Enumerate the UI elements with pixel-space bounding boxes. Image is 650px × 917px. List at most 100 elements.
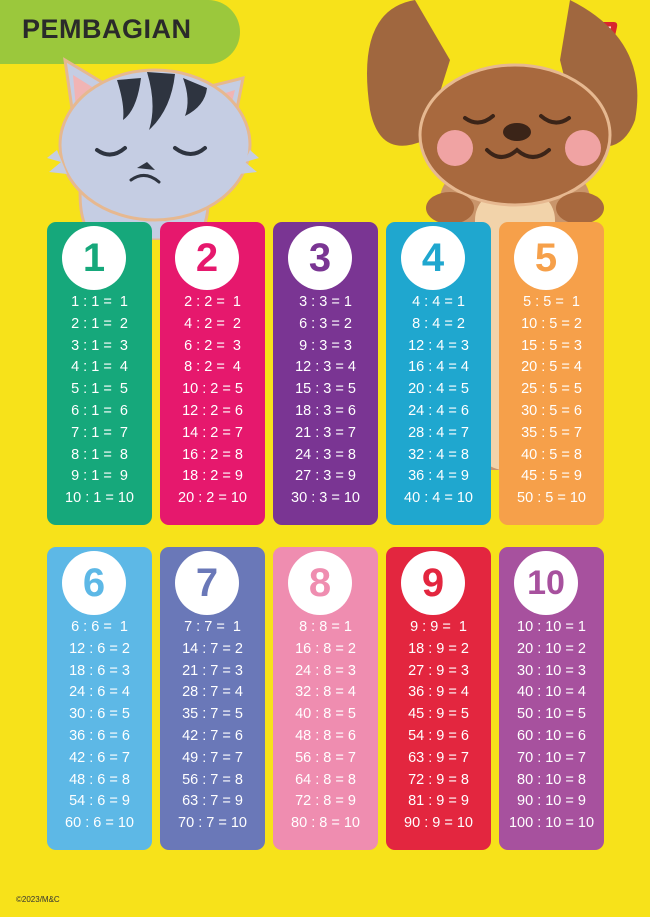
equation-row: 70 : 7 = 10 <box>178 815 247 832</box>
equation-row: 54 : 9 = 6 <box>408 727 469 744</box>
divisor-number: 9 <box>421 561 445 605</box>
equation-row: 6 : 2 = 3 <box>184 337 241 354</box>
division-card-3: 3 3 : 3 = 1 6 : 3 = 2 9 : 3 = 3 12 : 3 = 4 15… <box>273 222 378 525</box>
equation-row: 8 : 8 = 1 <box>299 619 352 635</box>
divisor-number: 2 <box>195 236 219 280</box>
equation-row: 36 : 9 = 4 <box>408 684 469 701</box>
equation-row: 1 : 1 = 1 <box>71 294 128 310</box>
equation-row: 16 : 8 = 2 <box>295 640 356 657</box>
equation-row: 14 : 7 = 2 <box>182 640 243 657</box>
equation-row: 21 : 7 = 3 <box>182 662 243 679</box>
equation-row: 48 : 8 = 6 <box>295 727 356 744</box>
divisor-number: 3 <box>308 236 332 280</box>
divisor-number: 6 <box>82 561 106 605</box>
equation-row: 60 : 6 = 10 <box>65 815 134 832</box>
equation-row: 4 : 4 = 1 <box>412 294 465 310</box>
equation-row: 12 : 2 = 6 <box>182 402 243 419</box>
divisor-circle: 7 <box>175 551 239 615</box>
divisor-number: 8 <box>308 561 332 605</box>
equation-row: 27 : 9 = 3 <box>408 662 469 679</box>
division-card-2: 2 2 : 2 = 1 4 : 2 = 2 6 : 2 = 3 8 : 2 = 4 10 … <box>160 222 265 525</box>
equation-row: 42 : 7 = 6 <box>182 727 243 744</box>
equation-row: 30 : 6 = 5 <box>69 706 130 723</box>
equation-row: 30 : 5 = 6 <box>521 402 582 419</box>
equation-row: 27 : 3 = 9 <box>295 468 356 485</box>
equation-row: 54 : 6 = 9 <box>69 793 130 810</box>
division-card-9: 9 9 : 9 = 1 18 : 9 = 2 27 : 9 = 3 36 : 9 = 4… <box>386 547 491 850</box>
equation-row: 9 : 3 = 3 <box>299 337 352 354</box>
divisor-circle: 6 <box>62 551 126 615</box>
equation-row: 12 : 4 = 3 <box>408 337 469 354</box>
division-card-4: 4 4 : 4 = 1 8 : 4 = 2 12 : 4 = 3 16 : 4 = 4 2… <box>386 222 491 525</box>
equation-row: 56 : 8 = 7 <box>295 749 356 766</box>
equation-row: 45 : 9 = 5 <box>408 706 469 723</box>
equation-row: 9 : 9 = 1 <box>410 619 467 635</box>
equation-list: 1 : 1 = 1 2 : 1 = 2 3 : 1 = 3 4 : 1 = 4 5 : … <box>47 292 152 510</box>
equation-row: 9 : 1 = 9 <box>71 468 128 485</box>
equation-row: 10 : 5 = 2 <box>521 315 582 332</box>
divisor-number: 1 <box>82 236 106 280</box>
equation-row: 10 : 10 = 1 <box>517 619 586 635</box>
equation-row: 64 : 8 = 8 <box>295 771 356 788</box>
equation-row: 56 : 7 = 8 <box>182 771 243 788</box>
equation-row: 24 : 4 = 6 <box>408 402 469 419</box>
equation-row: 2 : 1 = 2 <box>71 315 128 332</box>
cat-icon <box>45 50 260 245</box>
divisor-circle: 4 <box>401 226 465 290</box>
equation-list: 6 : 6 = 1 12 : 6 = 2 18 : 6 = 3 24 : 6 = 4 3… <box>47 617 152 835</box>
equation-row: 4 : 1 = 4 <box>71 359 128 376</box>
divisor-circle: 8 <box>288 551 352 615</box>
equation-row: 18 : 6 = 3 <box>69 662 130 679</box>
equation-list: 4 : 4 = 1 8 : 4 = 2 12 : 4 = 3 16 : 4 = 4 20… <box>386 292 491 510</box>
divisor-circle: 2 <box>175 226 239 290</box>
equation-row: 7 : 7 = 1 <box>184 619 241 635</box>
divisor-circle: 10 <box>514 551 578 615</box>
equation-row: 6 : 6 = 1 <box>71 619 128 635</box>
equation-row: 42 : 6 = 7 <box>69 749 130 766</box>
divisor-circle: 5 <box>514 226 578 290</box>
equation-row: 32 : 4 = 8 <box>408 446 469 463</box>
equation-row: 25 : 5 = 5 <box>521 381 582 398</box>
equation-row: 20 : 5 = 4 <box>521 359 582 376</box>
divisor-number: 5 <box>534 236 558 280</box>
equation-row: 15 : 3 = 5 <box>295 381 356 398</box>
equation-row: 6 : 3 = 2 <box>299 315 352 332</box>
equation-row: 90 : 10 = 9 <box>517 793 586 810</box>
equation-row: 48 : 6 = 8 <box>69 771 130 788</box>
equation-row: 35 : 5 = 7 <box>521 424 582 441</box>
equation-row: 10 : 2 = 5 <box>182 381 243 398</box>
equation-row: 20 : 4 = 5 <box>408 381 469 398</box>
equation-row: 30 : 3 = 10 <box>291 490 360 507</box>
equation-row: 18 : 2 = 9 <box>182 468 243 485</box>
equation-list: 7 : 7 = 1 14 : 7 = 2 21 : 7 = 3 28 : 7 = 4 3… <box>160 617 265 835</box>
equation-row: 32 : 8 = 4 <box>295 684 356 701</box>
equation-row: 63 : 9 = 7 <box>408 749 469 766</box>
divisor-number: 7 <box>195 561 219 605</box>
equation-row: 100 : 10 = 10 <box>508 815 595 832</box>
equation-list: 9 : 9 = 1 18 : 9 = 2 27 : 9 = 3 36 : 9 = 4 4… <box>386 617 491 835</box>
equation-row: 40 : 4 = 10 <box>404 490 473 507</box>
equation-row: 3 : 1 = 3 <box>71 337 128 354</box>
division-card-6: 6 6 : 6 = 1 12 : 6 = 2 18 : 6 = 3 24 : 6 = 4… <box>47 547 152 850</box>
equation-row: 2 : 2 = 1 <box>184 294 241 310</box>
equation-row: 12 : 3 = 4 <box>295 359 356 376</box>
equation-row: 6 : 1 = 6 <box>71 402 128 419</box>
equation-row: 70 : 10 = 7 <box>517 749 586 766</box>
equation-row: 36 : 6 = 6 <box>69 727 130 744</box>
equation-row: 8 : 1 = 8 <box>71 446 128 463</box>
equation-row: 24 : 8 = 3 <box>295 662 356 679</box>
equation-row: 14 : 2 = 7 <box>182 424 243 441</box>
equation-row: 18 : 3 = 6 <box>295 402 356 419</box>
division-card-8: 8 8 : 8 = 1 16 : 8 = 2 24 : 8 = 3 32 : 8 = 4… <box>273 547 378 850</box>
equation-row: 16 : 4 = 4 <box>408 359 469 376</box>
division-card-5: 5 5 : 5 = 1 10 : 5 = 2 15 : 5 = 3 20 : 5 = 4… <box>499 222 604 525</box>
equation-list: 8 : 8 = 1 16 : 8 = 2 24 : 8 = 3 32 : 8 = 4 4… <box>273 617 378 835</box>
divisor-number: 10 <box>527 564 565 602</box>
equation-row: 80 : 10 = 8 <box>517 771 586 788</box>
equation-row: 40 : 5 = 8 <box>521 446 582 463</box>
equation-row: 16 : 2 = 8 <box>182 446 243 463</box>
equation-row: 40 : 8 = 5 <box>295 706 356 723</box>
equation-row: 80 : 8 = 10 <box>291 815 360 832</box>
equation-row: 60 : 10 = 6 <box>517 727 586 744</box>
equation-row: 10 : 1 = 10 <box>65 490 134 507</box>
